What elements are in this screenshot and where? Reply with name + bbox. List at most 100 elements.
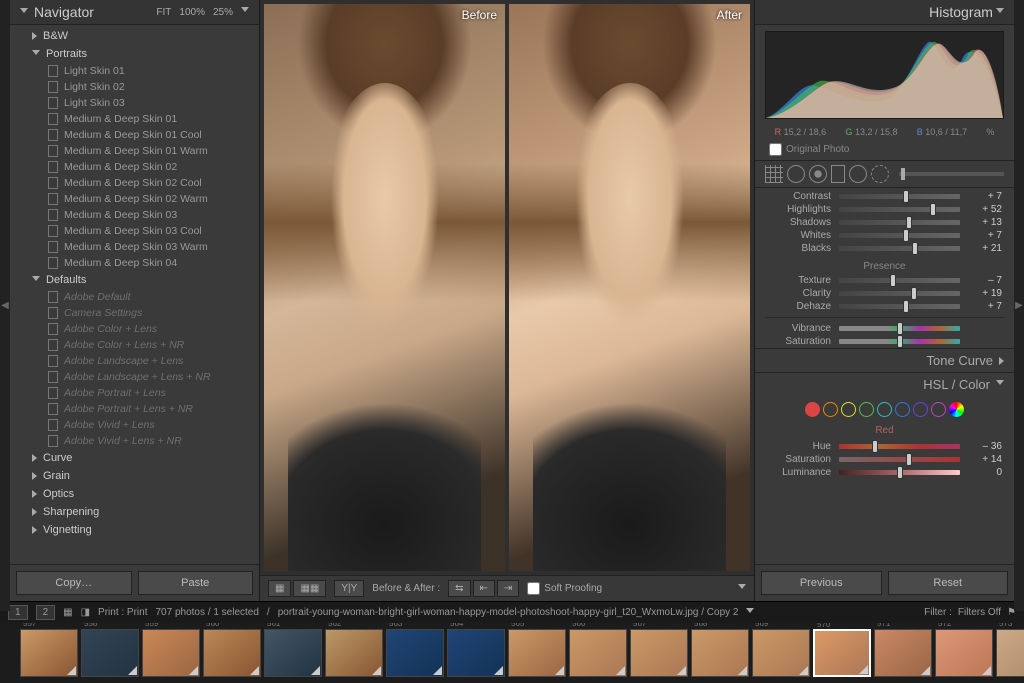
filmstrip-thumb[interactable]: 557 [20, 629, 78, 677]
filmstrip-thumb[interactable]: 565 [508, 629, 566, 677]
brush-tool-icon[interactable] [871, 165, 889, 183]
view-mode-compare[interactable]: ▦▦ [293, 580, 326, 597]
preset-item[interactable]: Adobe Portrait + Lens [10, 385, 259, 401]
compare-view-icon[interactable]: ◨ [81, 607, 90, 618]
crop-tool-icon[interactable] [765, 165, 783, 183]
preset-group[interactable]: Defaults [10, 271, 259, 289]
slider-texture[interactable]: Texture– 7 [755, 274, 1014, 287]
slider-luminance[interactable]: Luminance0 [755, 466, 1014, 479]
left-edge-expand[interactable]: ◀ [0, 0, 10, 611]
filmstrip-thumb[interactable]: 571 [874, 629, 932, 677]
filmstrip-thumb[interactable]: 569 [752, 629, 810, 677]
preset-item[interactable]: Light Skin 01 [10, 63, 259, 79]
preset-item[interactable]: Medium & Deep Skin 03 [10, 207, 259, 223]
spot-tool-icon[interactable] [787, 165, 805, 183]
paste-button[interactable]: Paste [138, 571, 254, 595]
before-image[interactable]: Before [264, 4, 505, 571]
preset-item[interactable]: Medium & Deep Skin 03 Warm [10, 239, 259, 255]
slider-clarity[interactable]: Clarity+ 19 [755, 287, 1014, 300]
color-swatch[interactable] [823, 402, 838, 417]
preset-group[interactable]: Curve [10, 449, 259, 467]
mask-amount-slider[interactable] [899, 172, 1004, 176]
preset-group[interactable]: Grain [10, 467, 259, 485]
filmstrip-thumb[interactable]: 560 [203, 629, 261, 677]
preset-item[interactable]: Adobe Vivid + Lens + NR [10, 433, 259, 449]
slider-hue[interactable]: Hue– 36 [755, 440, 1014, 453]
page-1[interactable]: 1 [8, 605, 28, 620]
previous-button[interactable]: Previous [761, 571, 882, 595]
color-swatch[interactable] [913, 402, 928, 417]
preset-item[interactable]: Medium & Deep Skin 02 Cool [10, 175, 259, 191]
preset-item[interactable]: Light Skin 02 [10, 79, 259, 95]
preset-group[interactable]: B&W [10, 27, 259, 45]
slider-vibrance[interactable]: Vibrance [755, 322, 1014, 335]
slider-dehaze[interactable]: Dehaze+ 7 [755, 300, 1014, 313]
slider-blacks[interactable]: Blacks+ 21 [755, 242, 1014, 255]
hsl-panel[interactable]: HSL / Color [755, 372, 1014, 396]
color-all[interactable] [949, 402, 964, 417]
original-photo-checkbox[interactable]: Original Photo [755, 139, 1014, 160]
preset-item[interactable]: Adobe Default [10, 289, 259, 305]
slider-shadows[interactable]: Shadows+ 13 [755, 216, 1014, 229]
preset-item[interactable]: Adobe Landscape + Lens [10, 353, 259, 369]
slider-whites[interactable]: Whites+ 7 [755, 229, 1014, 242]
color-swatch[interactable] [877, 402, 892, 417]
filmstrip-thumb[interactable]: 573 [996, 629, 1024, 677]
breadcrumb-menu-icon[interactable] [746, 608, 754, 617]
color-swatch[interactable] [931, 402, 946, 417]
preset-group[interactable]: Portraits [10, 45, 259, 63]
histogram-toggle-icon[interactable] [996, 8, 1004, 17]
preset-group[interactable]: Sharpening [10, 503, 259, 521]
filmstrip[interactable]: 5575585595605615625635645655665675685695… [0, 623, 1024, 683]
filmstrip-thumb[interactable]: 564 [447, 629, 505, 677]
reset-button[interactable]: Reset [888, 571, 1009, 595]
preset-item[interactable]: Light Skin 03 [10, 95, 259, 111]
radial-tool-icon[interactable] [849, 165, 867, 183]
slider-contrast[interactable]: Contrast+ 7 [755, 190, 1014, 203]
preset-item[interactable]: Medium & Deep Skin 01 [10, 111, 259, 127]
color-swatch[interactable] [895, 402, 910, 417]
preset-item[interactable]: Adobe Portrait + Lens + NR [10, 401, 259, 417]
color-swatch[interactable] [805, 402, 820, 417]
filmstrip-thumb[interactable]: 561 [264, 629, 322, 677]
copy-before-button[interactable]: ⇤ [473, 580, 495, 597]
breadcrumb[interactable]: portrait-young-woman-bright-girl-woman-h… [278, 607, 739, 618]
page-2[interactable]: 2 [36, 605, 56, 620]
view-mode-loupe[interactable]: ▦ [268, 580, 291, 597]
preset-item[interactable]: Medium & Deep Skin 02 Warm [10, 191, 259, 207]
soft-proofing-checkbox[interactable]: Soft Proofing [527, 582, 602, 595]
preset-item[interactable]: Adobe Vivid + Lens [10, 417, 259, 433]
preset-item[interactable]: Medium & Deep Skin 02 [10, 159, 259, 175]
filmstrip-thumb[interactable]: 562 [325, 629, 383, 677]
view-mode-yy[interactable]: Y|Y [334, 580, 364, 597]
navigator-toggle-icon[interactable] [20, 8, 28, 17]
slider-saturation[interactable]: Saturation+ 14 [755, 453, 1014, 466]
filmstrip-thumb[interactable]: 570 [813, 629, 871, 677]
slider-highlights[interactable]: Highlights+ 52 [755, 203, 1014, 216]
preset-item[interactable]: Medium & Deep Skin 01 Warm [10, 143, 259, 159]
copy-button[interactable]: Copy… [16, 571, 132, 595]
right-edge-expand[interactable]: ▶ [1014, 0, 1024, 611]
redeye-tool-icon[interactable] [809, 165, 827, 183]
preset-group[interactable]: Vignetting [10, 521, 259, 539]
preset-item[interactable]: Medium & Deep Skin 03 Cool [10, 223, 259, 239]
filmstrip-thumb[interactable]: 563 [386, 629, 444, 677]
tone-curve-panel[interactable]: Tone Curve [755, 348, 1014, 372]
copy-after-button[interactable]: ⇥ [497, 580, 519, 597]
preset-item[interactable]: Adobe Landscape + Lens + NR [10, 369, 259, 385]
gradient-tool-icon[interactable] [831, 165, 845, 183]
zoom-levels[interactable]: FIT100%25% [156, 7, 249, 18]
toolbar-more-icon[interactable] [738, 584, 746, 593]
grid-view-icon[interactable]: ▦ [63, 607, 72, 618]
filmstrip-thumb[interactable]: 567 [630, 629, 688, 677]
color-swatch[interactable] [859, 402, 874, 417]
preset-item[interactable]: Adobe Color + Lens [10, 321, 259, 337]
preset-item[interactable]: Medium & Deep Skin 01 Cool [10, 127, 259, 143]
slider-saturation[interactable]: Saturation [755, 335, 1014, 348]
filter-dropdown[interactable]: Filters Off [958, 607, 1001, 618]
filmstrip-thumb[interactable]: 558 [81, 629, 139, 677]
color-swatch[interactable] [841, 402, 856, 417]
swap-button[interactable]: ⇆ [448, 580, 470, 597]
filmstrip-thumb[interactable]: 566 [569, 629, 627, 677]
preset-group[interactable]: Optics [10, 485, 259, 503]
